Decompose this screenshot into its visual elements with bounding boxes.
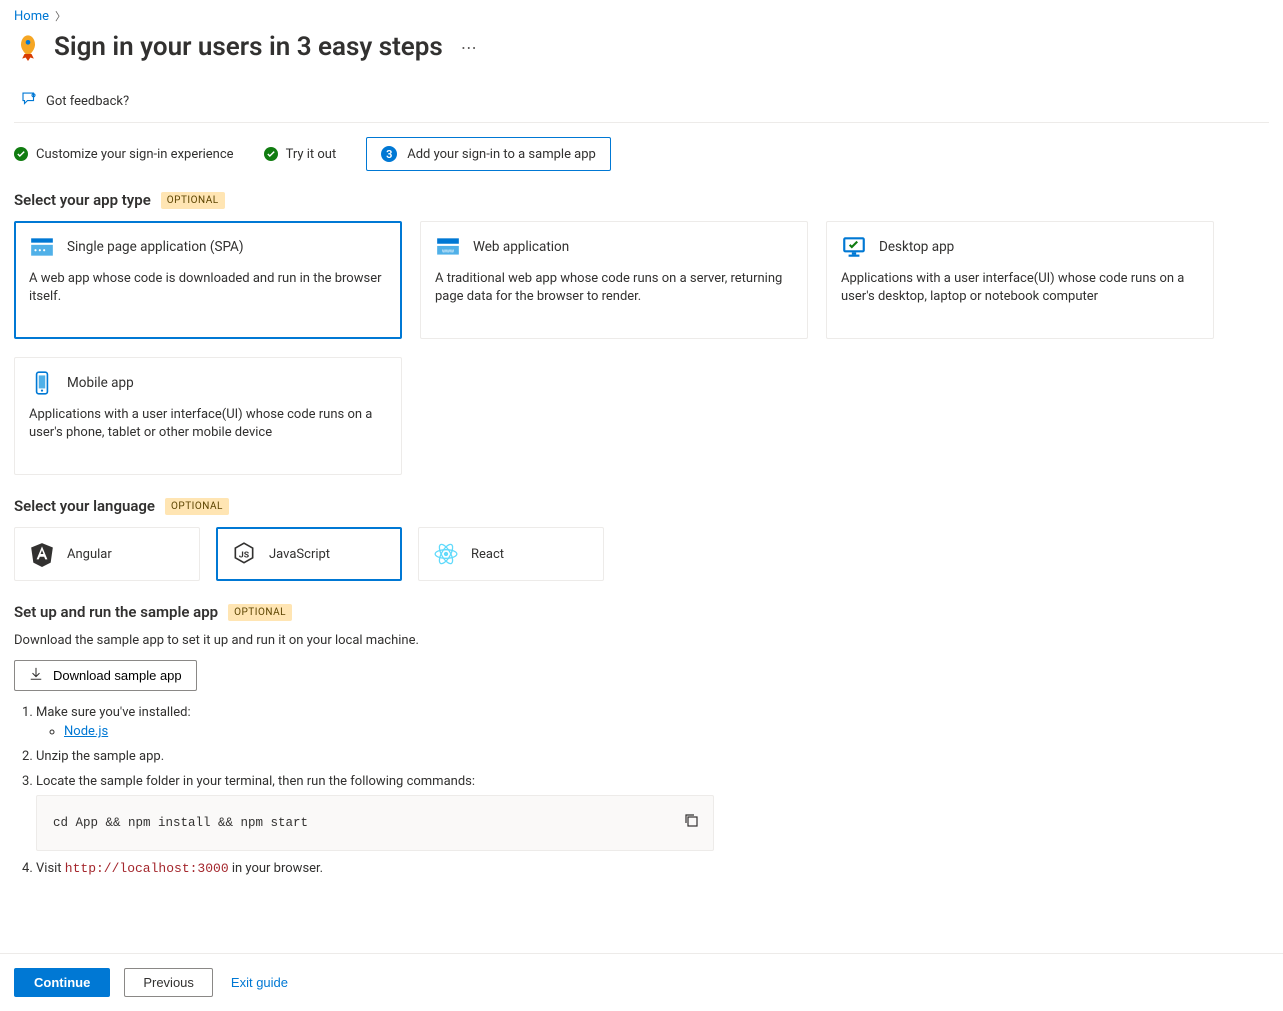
download-label: Download sample app xyxy=(53,668,182,683)
breadcrumb-home[interactable]: Home xyxy=(14,9,49,24)
code-text: cd App && npm install && npm start xyxy=(53,816,308,830)
language-card-javascript[interactable]: JS JavaScript xyxy=(216,527,402,581)
setup-step-4: Visit http://localhost:3000 in your brow… xyxy=(36,861,1269,876)
nodejs-list-item: Node.js xyxy=(64,724,1269,739)
spa-icon xyxy=(29,234,55,260)
optional-badge: OPTIONAL xyxy=(161,192,225,209)
desktop-icon xyxy=(841,234,867,260)
setup-step-1: Make sure you've installed: Node.js xyxy=(36,705,1269,739)
app-type-card-mobile[interactable]: Mobile app Applications with a user inte… xyxy=(14,357,402,475)
angular-icon xyxy=(29,541,55,567)
javascript-icon: JS xyxy=(231,541,257,567)
feedback-link[interactable]: Got feedback? xyxy=(14,82,1269,122)
setup-step-3-text: Locate the sample folder in your termina… xyxy=(36,774,475,789)
wizard-steps: Customize your sign-in experience Try it… xyxy=(14,137,1269,171)
app-type-card-spa[interactable]: Single page application (SPA) A web app … xyxy=(14,221,402,339)
setup-subtext: Download the sample app to set it up and… xyxy=(14,633,1269,648)
language-card-angular[interactable]: Angular xyxy=(14,527,200,581)
continue-button[interactable]: Continue xyxy=(14,968,110,997)
setup-step-2: Unzip the sample app. xyxy=(36,749,1269,764)
rocket-icon xyxy=(14,33,42,61)
step-1-complete[interactable]: Customize your sign-in experience xyxy=(14,147,234,162)
download-sample-button[interactable]: Download sample app xyxy=(14,660,197,691)
language-card-react[interactable]: React xyxy=(418,527,604,581)
page-title: Sign in your users in 3 easy steps xyxy=(54,32,443,62)
check-icon xyxy=(14,147,28,161)
setup-steps-list: Make sure you've installed: Node.js Unzi… xyxy=(14,705,1269,876)
setup-step-1-text: Make sure you've installed: xyxy=(36,705,191,720)
code-block: cd App && npm install && npm start xyxy=(36,795,714,851)
breadcrumb: Home 〉 xyxy=(14,8,1269,24)
setup-step-3: Locate the sample folder in your termina… xyxy=(36,774,1269,851)
language-label: JavaScript xyxy=(269,547,330,562)
svg-text:JS: JS xyxy=(239,550,250,560)
card-desc: Applications with a user interface(UI) w… xyxy=(29,406,387,441)
react-icon xyxy=(433,541,459,567)
optional-badge: OPTIONAL xyxy=(228,604,292,621)
app-type-card-web[interactable]: www Web application A traditional web ap… xyxy=(420,221,808,339)
optional-badge: OPTIONAL xyxy=(165,498,229,515)
card-title: Web application xyxy=(473,239,569,255)
chevron-right-icon: 〉 xyxy=(55,8,66,24)
language-label: Angular xyxy=(67,547,112,562)
card-title: Mobile app xyxy=(67,375,134,391)
setup-heading: Set up and run the sample app xyxy=(14,603,218,621)
app-type-card-desktop[interactable]: Desktop app Applications with a user int… xyxy=(826,221,1214,339)
card-desc: A web app whose code is downloaded and r… xyxy=(29,270,387,305)
download-icon xyxy=(29,667,43,684)
step-3-label: Add your sign-in to a sample app xyxy=(407,147,596,162)
language-label: React xyxy=(471,547,504,562)
card-desc: Applications with a user interface(UI) w… xyxy=(841,270,1199,305)
copy-icon[interactable] xyxy=(683,812,699,832)
card-title: Desktop app xyxy=(879,239,954,255)
nodejs-link[interactable]: Node.js xyxy=(64,724,108,739)
more-icon[interactable]: ⋯ xyxy=(455,38,483,57)
card-title: Single page application (SPA) xyxy=(67,239,244,255)
step-number-badge: 3 xyxy=(381,146,397,162)
card-desc: A traditional web app whose code runs on… xyxy=(435,270,793,305)
step-2-complete[interactable]: Try it out xyxy=(264,147,337,162)
app-type-heading: Select your app type xyxy=(14,191,151,209)
language-heading: Select your language xyxy=(14,497,155,515)
svg-text:www: www xyxy=(441,248,454,254)
feedback-label: Got feedback? xyxy=(46,94,129,109)
setup-step-4b: in your browser. xyxy=(229,861,323,876)
step-1-label: Customize your sign-in experience xyxy=(36,147,234,162)
previous-button[interactable]: Previous xyxy=(124,968,213,997)
mobile-icon xyxy=(29,370,55,396)
setup-step-4a: Visit xyxy=(36,861,65,876)
step-3-active[interactable]: 3 Add your sign-in to a sample app xyxy=(366,137,611,171)
localhost-url: http://localhost:3000 xyxy=(65,861,229,876)
feedback-icon xyxy=(20,90,38,112)
footer-bar: Continue Previous Exit guide xyxy=(0,953,1283,1011)
step-2-label: Try it out xyxy=(286,147,337,162)
divider xyxy=(14,122,1269,123)
web-app-icon: www xyxy=(435,234,461,260)
check-icon xyxy=(264,147,278,161)
exit-guide-link[interactable]: Exit guide xyxy=(227,969,292,996)
